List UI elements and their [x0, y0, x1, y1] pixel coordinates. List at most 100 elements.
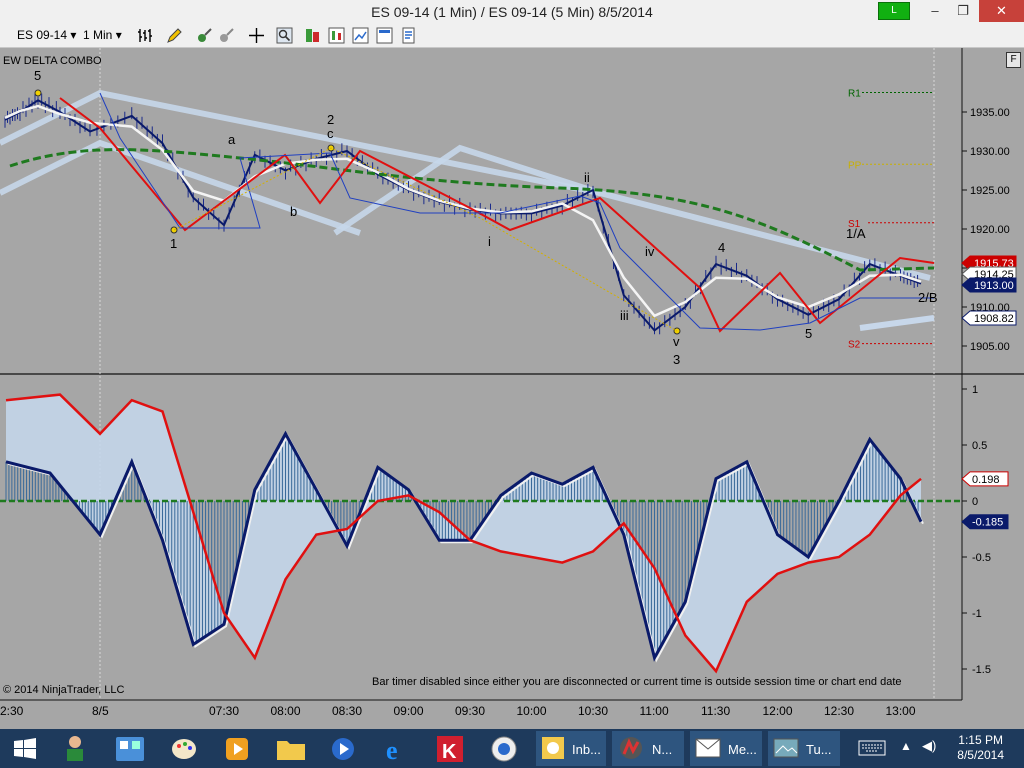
control-panel-icon[interactable]: [112, 731, 148, 766]
wave-label: 1: [170, 236, 177, 251]
wave-label: 4: [718, 240, 725, 255]
price-axis-label: 1920.00: [970, 224, 1010, 236]
oscillator-marker-label: -0.185: [972, 517, 1003, 529]
f-button[interactable]: F: [1006, 52, 1021, 68]
volume-icon[interactable]: ◀): [922, 738, 936, 754]
wave-label: b: [290, 204, 297, 219]
media-center-icon[interactable]: [328, 731, 358, 766]
chart-area[interactable]: R1 PP S1 S2 5 1 a b 2 c i ii iii iv v 3 4 5 1/A 2/B 1935.00…: [0, 48, 1024, 730]
time-axis-label: 09:30: [455, 704, 485, 718]
time-axis-label: 10:00: [517, 704, 547, 718]
oscillator-marker-label: 0.198: [972, 474, 1000, 486]
chevron-down-icon: ▾: [115, 28, 122, 42]
connection-status-badge[interactable]: L: [878, 2, 910, 20]
time-axis-label: 8/5: [92, 704, 109, 718]
window-title: ES 09-14 (1 Min) / ES 09-14 (5 Min) 8/5/…: [371, 4, 653, 20]
add-indicator-icon[interactable]: [196, 27, 213, 44]
wave-label: iii: [620, 308, 629, 323]
pivot-label: R1: [848, 89, 861, 100]
oscillator-axis-label: 0.5: [972, 440, 987, 452]
wave-label: 1/A: [846, 226, 866, 241]
inbox-icon: [542, 737, 564, 759]
taskbar-app-messenger[interactable]: Me...: [690, 731, 762, 766]
wave-label: 5: [805, 326, 812, 341]
bars-icon[interactable]: [328, 27, 345, 44]
svg-text:K: K: [442, 741, 457, 763]
price-axis-label: 1935.00: [970, 107, 1010, 119]
bar-type-icon[interactable]: [137, 27, 154, 44]
interval-label: 1 Min: [83, 28, 113, 42]
media-player-icon[interactable]: [222, 731, 252, 766]
taskbar-app-inbox[interactable]: Inb...: [536, 731, 606, 766]
minimize-button[interactable]: –: [920, 0, 950, 22]
pivot-label: S2: [848, 340, 861, 351]
taskbar-app-label: Me...: [728, 742, 757, 757]
tray-chevron-icon[interactable]: ▲: [900, 739, 912, 753]
taskbar-app-label: Inb...: [572, 742, 601, 757]
strategy-label: EW DELTA COMBO: [3, 55, 102, 67]
browser-icon[interactable]: [488, 731, 520, 766]
oscillator-axis-label: -0.5: [972, 552, 991, 564]
maximize-button[interactable]: ❐: [948, 0, 978, 22]
taskbar-app-ninjatrader[interactable]: N...: [612, 731, 684, 766]
chart-properties-icon[interactable]: [376, 27, 393, 44]
price-marker-label: 1908.82: [974, 313, 1014, 325]
taskbar-app-tutorial[interactable]: Tu...: [768, 731, 840, 766]
wave-label: 3: [673, 352, 680, 367]
wave-label: a: [228, 132, 236, 147]
oscillator-axis-label: -1: [972, 608, 982, 620]
price-axis-label: 1925.00: [970, 185, 1010, 197]
time-axis-label: 11:30: [701, 704, 730, 718]
start-icon[interactable]: [10, 731, 40, 766]
time-axis-label: 12:00: [763, 704, 793, 718]
paint-icon[interactable]: [168, 731, 200, 766]
bar-timer-status: Bar timer disabled since either you are …: [372, 676, 902, 688]
instrument-selector[interactable]: ES 09-14 ▾: [14, 27, 79, 43]
time-axis-label: 2:30: [0, 704, 24, 718]
time-axis-label: 10:30: [578, 704, 608, 718]
time-axis-label: 12:30: [824, 704, 854, 718]
wave-label: 5: [34, 68, 41, 83]
time-axis-label: 08:00: [271, 704, 301, 718]
chart-canvas[interactable]: R1PPS1S251ab2ciiiiiiivv3451/A2/B 1935.00…: [0, 48, 1024, 730]
oscillator-axis-label: -1.5: [972, 664, 991, 676]
wave-pivot-dot: [34, 89, 42, 97]
chart-trader-icon[interactable]: [352, 27, 369, 44]
chevron-down-icon: ▾: [70, 28, 77, 42]
user-accounts-icon[interactable]: [60, 731, 90, 766]
window-title-bar: ES 09-14 (1 Min) / ES 09-14 (5 Min) 8/5/…: [0, 0, 1024, 24]
keyboard-icon[interactable]: [858, 740, 886, 756]
system-clock[interactable]: 1:15 PM 8/5/2014: [957, 733, 1004, 763]
close-button[interactable]: ✕: [979, 0, 1024, 22]
pivot-label: PP: [848, 160, 862, 171]
time-axis-label: 08:30: [332, 704, 362, 718]
file-explorer-icon[interactable]: [274, 731, 308, 766]
windows-taskbar: e K Inb... N... Me... Tu... ▲ ◀) 1:15 PM…: [0, 729, 1024, 768]
data-box-icon[interactable]: [304, 27, 321, 44]
oscillator-axis-label: 1: [972, 384, 978, 396]
internet-explorer-icon[interactable]: e: [382, 731, 412, 766]
wave-label: ii: [584, 170, 590, 185]
kaspersky-icon[interactable]: K: [434, 731, 466, 766]
time-axis-label: 13:00: [886, 704, 916, 718]
crosshair-icon[interactable]: [248, 27, 265, 44]
wave-label: c: [327, 126, 334, 141]
zoom-icon[interactable]: [276, 27, 293, 44]
wave-label: iv: [645, 244, 655, 259]
ninjatrader-icon: [620, 737, 642, 759]
time-axis-label: 09:00: [394, 704, 424, 718]
wave-label: i: [488, 234, 491, 249]
messenger-icon: [695, 738, 721, 758]
strategy-icon[interactable]: [218, 27, 235, 44]
taskbar-app-label: N...: [652, 742, 673, 757]
wave-label: 2/B: [918, 290, 938, 305]
interval-selector[interactable]: 1 Min ▾: [80, 27, 125, 43]
tutorial-icon: [773, 738, 799, 758]
price-marker-label: 1913.00: [974, 280, 1014, 292]
time-axis-label: 11:00: [640, 704, 669, 718]
properties-icon[interactable]: [400, 27, 417, 44]
pencil-draw-icon[interactable]: [166, 27, 183, 44]
svg-text:e: e: [386, 736, 398, 765]
taskbar-app-label: Tu...: [806, 742, 832, 757]
time-axis-label: 07:30: [209, 704, 239, 718]
